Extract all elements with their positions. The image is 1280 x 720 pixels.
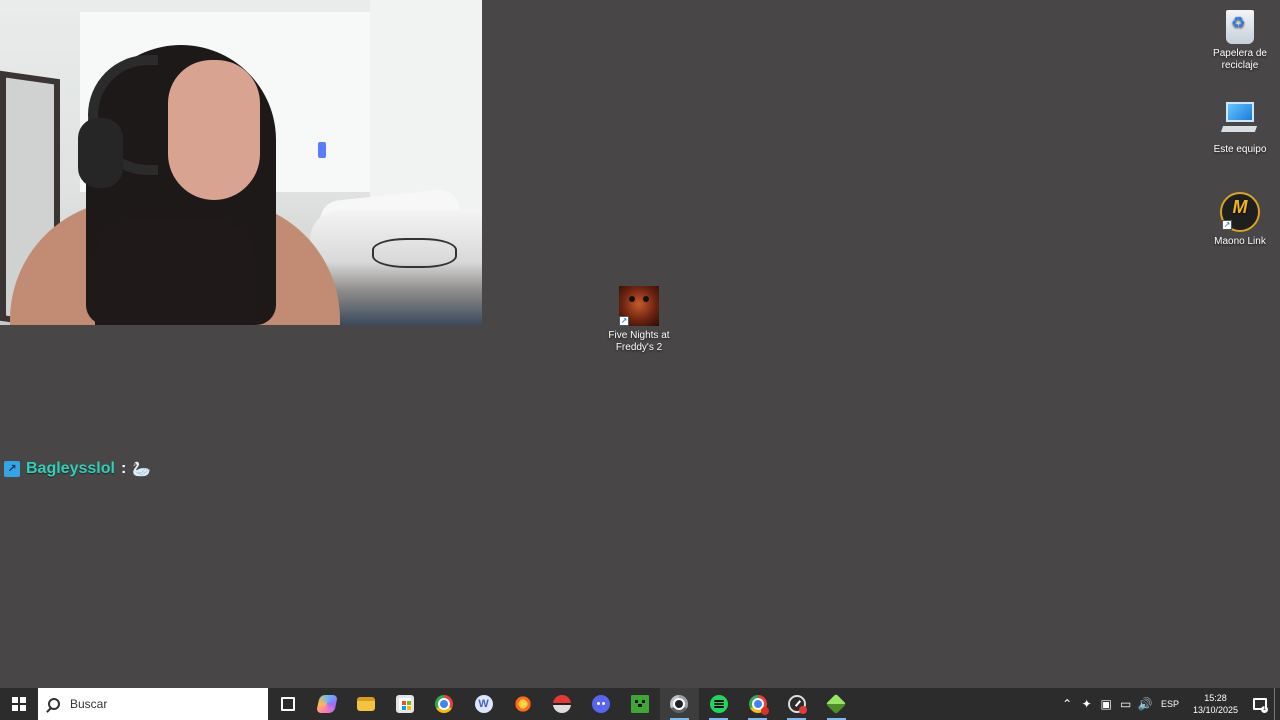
taskbar-burst-app[interactable] [503, 688, 542, 720]
spotify-icon [709, 695, 728, 713]
shortcut-arrow-icon: ↗ [1222, 220, 1232, 230]
folder-icon [356, 697, 375, 711]
chat-separator: : [120, 460, 127, 477]
webcam-overlay [0, 0, 482, 325]
shortcut-arrow-icon: ↗ [619, 316, 629, 326]
search-icon [48, 698, 60, 710]
webcam-person-top [95, 220, 255, 325]
recycle-bin-icon [1226, 10, 1254, 44]
taskbar-copilot[interactable] [307, 688, 346, 720]
taskbar: Buscar W ⌃ ✦ ▣ ▭ 🔊 ESP 15:28 13/10/2025 … [0, 688, 1280, 720]
burst-icon [513, 695, 532, 713]
chrome-red-icon [748, 695, 769, 715]
chat-message: ↗ Bagleysslol : 🦢 [4, 459, 151, 479]
desktop: Papelera de reciclaje Este equipo M ↗ Ma… [0, 0, 1280, 688]
webcam-person-face [168, 60, 260, 200]
desktop-icon-label: Papelera de reciclaje [1213, 48, 1267, 71]
fnaf2-icon: ↗ [619, 286, 659, 326]
language-indicator[interactable]: ESP [1155, 699, 1185, 709]
w-app-icon: W [474, 695, 493, 713]
maono-link-icon: M ↗ [1220, 192, 1260, 232]
desktop-icon-fnaf2[interactable]: ↗ Five Nights at Freddy's 2 [602, 286, 676, 354]
show-hidden-icons-chevron-icon[interactable]: ⌃ [1057, 688, 1077, 720]
taskbar-chrome[interactable] [425, 688, 464, 720]
minecraft-icon [631, 695, 650, 713]
chrome-profile-icon [670, 695, 689, 713]
desktop-icon-maono-link[interactable]: M ↗ Maono Link [1203, 192, 1277, 248]
desktop-icon-label: Five Nights at Freddy's 2 [608, 330, 670, 353]
chat-badge-icon: ↗ [4, 461, 20, 477]
desktop-icon-recycle-bin[interactable]: Papelera de reciclaje [1203, 6, 1277, 72]
cube-icon [826, 693, 847, 715]
computer-icon [1220, 100, 1260, 140]
desktop-icon-this-pc[interactable]: Este equipo [1203, 100, 1277, 156]
taskbar-apps: W [268, 688, 856, 720]
discord-icon [592, 695, 611, 713]
notification-count: 1 [1261, 706, 1268, 713]
webcam-blue-object [318, 142, 326, 158]
webcam-cables [372, 238, 457, 268]
search-placeholder: Buscar [70, 697, 108, 711]
pokeball-icon [552, 695, 571, 713]
speedometer-icon [788, 695, 808, 714]
chrome-icon [435, 695, 454, 713]
store-icon [396, 695, 415, 713]
chat-username: Bagleysslol [26, 460, 115, 477]
webcam-wall [370, 0, 482, 220]
system-tray: ⌃ ✦ ▣ ▭ 🔊 ESP 15:28 13/10/2025 1 [1057, 688, 1280, 720]
desktop-icon-label: Este equipo [1213, 144, 1267, 155]
taskbar-w-app[interactable]: W [464, 688, 503, 720]
taskbar-speedometer-app[interactable] [777, 688, 816, 720]
taskbar-minecraft[interactable] [621, 688, 660, 720]
windows-logo-icon [12, 697, 26, 711]
clock-date: 13/10/2025 [1192, 705, 1238, 715]
network-icon[interactable]: ▭ [1116, 688, 1136, 720]
tray-device-icon[interactable]: ▣ [1096, 688, 1116, 720]
taskbar-cube-app[interactable] [817, 688, 856, 720]
clock[interactable]: 15:28 13/10/2025 [1185, 692, 1246, 716]
show-desktop-button[interactable] [1274, 688, 1280, 720]
chat-emote: 🦢 [132, 461, 151, 478]
taskbar-file-explorer[interactable] [346, 688, 385, 720]
start-button[interactable] [0, 688, 38, 720]
taskbar-spotify[interactable] [699, 688, 738, 720]
headset-cup [78, 118, 123, 188]
volume-icon[interactable]: 🔊 [1135, 688, 1155, 720]
taskbar-discord[interactable] [582, 688, 621, 720]
tray-app-icon[interactable]: ✦ [1077, 688, 1097, 720]
taskbar-chrome-profile[interactable] [659, 688, 700, 720]
taskbar-chrome-red[interactable] [738, 688, 777, 720]
copilot-icon [315, 695, 338, 713]
taskbar-pokeball-app[interactable] [542, 688, 581, 720]
task-view-icon [280, 697, 295, 711]
taskbar-search[interactable]: Buscar [38, 688, 268, 720]
taskbar-microsoft-store[interactable] [386, 688, 425, 720]
desktop-icon-label: Maono Link [1214, 236, 1266, 247]
notification-center-button[interactable]: 1 [1246, 688, 1274, 720]
clock-time: 15:28 [1204, 693, 1227, 703]
taskbar-task-view[interactable] [268, 688, 307, 720]
